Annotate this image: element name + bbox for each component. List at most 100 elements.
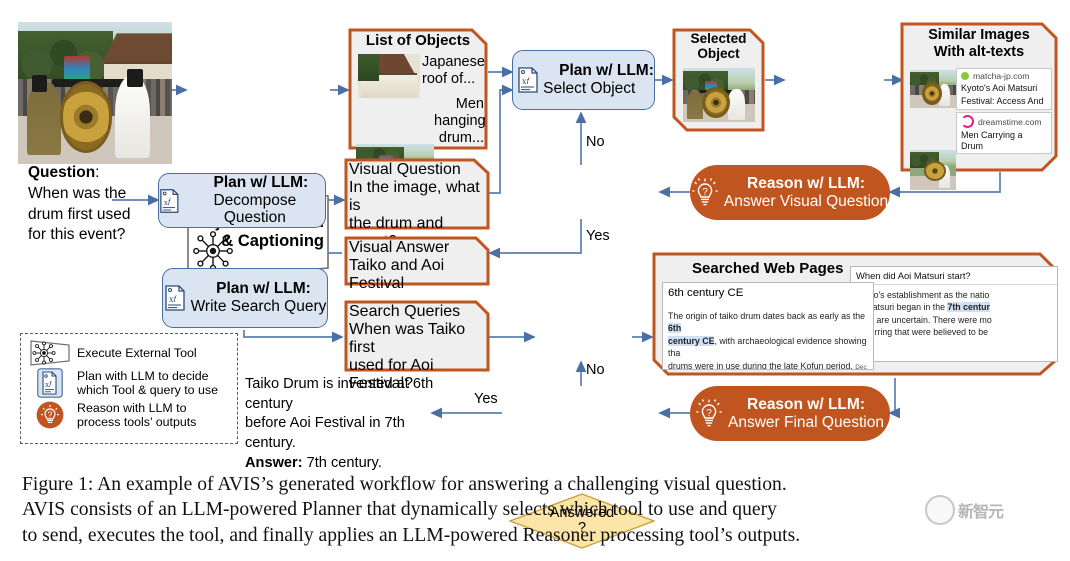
legend-plan-label-1: Plan with LLM to decide: [77, 368, 209, 383]
similar-image-site-1: matcha-jp.com: [973, 71, 1030, 81]
similar-images-title-1: Similar Images: [928, 27, 1030, 43]
question-line-3: for this event?: [28, 226, 126, 244]
plan-write-query-line-2: Write Search Query: [190, 298, 327, 315]
web-result-front-line-3: drums were in use during the late Kofun …: [668, 360, 853, 370]
svg-text:?: ?: [706, 408, 712, 419]
svg-text:x𝑓: x𝑓: [45, 380, 52, 389]
plan-doc-icon: x𝑓: [164, 285, 185, 311]
final-answer-value: 7th century.: [306, 454, 382, 471]
list-of-objects-title: List of Objects: [365, 32, 471, 49]
question-text: Question: When was the drum first used f…: [28, 163, 163, 246]
similar-images-title-2: With alt-texts: [933, 43, 1025, 60]
svg-text:?: ?: [702, 187, 708, 198]
question-label: Question: [28, 164, 96, 181]
selected-object-title-1: Selected: [690, 31, 747, 46]
visual-question-title: Visual Question: [349, 161, 461, 178]
web-result-front-highlight-2: century CE: [668, 335, 715, 346]
similar-image-thumb-1: [910, 70, 956, 108]
plan-decompose-question[interactable]: x𝑓 Plan w/ LLM: Decompose Question: [158, 173, 326, 228]
question-colon: :: [95, 164, 100, 181]
edge-label-no-top: No: [586, 134, 605, 150]
matcha-favicon-icon: [961, 72, 969, 80]
question-line-1: When was the: [28, 184, 127, 202]
web-result-front-headline: 6th century CE: [668, 287, 744, 299]
edge-label-no-bottom: No: [586, 362, 605, 378]
web-result-back-line-1: Kyoto's establishment as the natio: [856, 290, 990, 300]
similar-image-site-2: dreamstime.com: [978, 116, 1042, 127]
similar-image-alt-2-line-1: Men Carrying a Drum: [961, 130, 1023, 152]
legend-item-plan: x𝑓 Plan with LLM to decide which Tool & …: [30, 368, 232, 398]
svg-text:x𝑓: x𝑓: [169, 294, 178, 304]
web-result-front-line-1a: The origin of taiko drum dates back as e…: [668, 311, 866, 321]
plan-write-search-query[interactable]: x𝑓 Plan w/ LLM: Write Search Query: [162, 268, 328, 328]
reason-visual-line-2: Answer Visual Question: [723, 192, 889, 210]
similar-image-alt-1-line-1: Kyoto's Aoi Matsuri: [961, 83, 1038, 93]
list-object-thumb-1: [358, 54, 420, 98]
data-list-of-objects: List of Objects Japanese roof of... Men …: [348, 28, 488, 188]
legend-item-tool: Execute External Tool: [30, 340, 232, 366]
reason-answer-visual-question[interactable]: ? Reason w/ LLM: Answer Visual Question: [690, 165, 890, 220]
web-result-back-highlight: 7th centur: [947, 302, 990, 313]
similar-image-alt-1-line-2: Festival: Access And: [961, 96, 1044, 107]
dreamstime-favicon-icon: [961, 115, 974, 128]
list-object-caption-1-line-2: roof of...: [422, 71, 476, 88]
plan-decompose-line-1: Plan w/ LLM:: [213, 173, 309, 191]
plan-select-object-line-2: Select Object: [543, 80, 636, 97]
web-result-card-back[interactable]: When did Aoi Matsuri start? Kyoto's esta…: [850, 266, 1058, 362]
plan-select-object-line-1: Plan w/ LLM:: [559, 62, 654, 80]
svg-text:x𝑓: x𝑓: [164, 196, 171, 206]
web-result-back-line-3: igins are uncertain. There were mo: [856, 314, 992, 325]
input-image: [18, 22, 172, 164]
data-visual-question: Visual Question In the image, what is th…: [344, 158, 490, 250]
web-result-back-question: When did Aoi Matsuri start?: [856, 270, 971, 281]
edge-label-yes-bottom: Yes: [474, 391, 498, 407]
similar-image-result-2[interactable]: dreamstime.com Men Carrying a Drum Atsut…: [956, 112, 1052, 154]
plan-doc-icon: x𝑓: [518, 67, 538, 93]
list-object-caption-1-line-1: Japanese: [422, 54, 485, 70]
data-similar-images: Similar Images With alt-texts matcha-jp.…: [900, 22, 1058, 190]
list-object-caption-2-line-1: Men: [455, 96, 484, 112]
svg-text:?: ?: [48, 410, 53, 420]
reason-final-line-1: Reason w/ LLM:: [747, 395, 865, 413]
plan-select-object[interactable]: x𝑓 Plan w/ LLM: Select Object: [512, 50, 655, 110]
data-searched-web-pages: Searched Web Pages When did Aoi Matsuri …: [652, 252, 1058, 376]
final-answer-line-2: before Aoi Festival in 7th century.: [245, 415, 405, 452]
visual-answer-body: Taiko and Aoi Festival: [349, 257, 445, 292]
reason-visual-line-1: Reason w/ LLM:: [747, 174, 865, 192]
data-visual-answer: Visual Answer Taiko and Aoi Festival: [344, 236, 490, 292]
plan-decompose-line-2: Decompose Question: [213, 191, 297, 227]
final-answer-line-1: Taiko Drum is invented at 6th century: [245, 376, 434, 412]
external-tool-icon: [30, 340, 70, 366]
svg-text:x𝑓: x𝑓: [522, 76, 531, 86]
edge-label-yes-top: Yes: [586, 228, 610, 244]
caption-line-3: to send, executes the tool, and finally …: [22, 524, 801, 546]
searched-web-pages-title: Searched Web Pages: [692, 260, 844, 277]
legend-reason-label-2: process tools’ outputs: [77, 415, 197, 430]
visual-answer-title: Visual Answer: [349, 239, 450, 256]
reason-final-line-2: Answer Final Question: [728, 413, 884, 431]
caption-line-2: AVIS consists of an LLM-powered Planner …: [22, 499, 777, 521]
lightbulb-icon: ?: [696, 398, 722, 426]
legend-item-reason: ? Reason with LLM to process tools’ outp…: [30, 401, 232, 429]
web-result-back-line-4: occurring that were believed to be: [856, 327, 989, 338]
web-result-card-front[interactable]: 6th century CE The origin of taiko drum …: [662, 282, 874, 370]
web-result-front-highlight-1: 6th: [668, 323, 682, 334]
reason-answer-final-question[interactable]: ? Reason w/ LLM: Answer Final Question: [690, 386, 890, 441]
search-queries-title: Search Queries: [349, 303, 461, 320]
legend-plan-label-2: which Tool & query to use: [77, 383, 218, 397]
tool-object-detection-label-2: & Captioning: [221, 232, 324, 250]
caption-line-1: Figure 1: An example of AVIS’s generated…: [22, 474, 787, 495]
similar-image-thumb-2: [910, 150, 956, 190]
list-object-caption-2-line-2: hanging: [434, 113, 486, 130]
lightbulb-icon: ?: [36, 401, 64, 429]
final-answer-text: Taiko Drum is invented at 6th century be…: [245, 375, 445, 473]
similar-image-result-1[interactable]: matcha-jp.com Kyoto's Aoi Matsuri Festiv…: [956, 68, 1052, 110]
data-selected-object: Selected Object: [672, 28, 765, 132]
list-object-caption-2-line-3: drum...: [438, 130, 484, 147]
data-search-queries: Search Queries When was Taiko first used…: [344, 300, 490, 392]
legend-tool-label: Execute External Tool: [77, 345, 197, 360]
question-line-2: drum first used: [28, 205, 131, 223]
search-queries-line-1: When was Taiko first: [349, 321, 466, 356]
web-result-back-line-2: oi Matsuri began in the 7th centur: [851, 301, 1057, 313]
selected-object-thumb: [683, 68, 755, 122]
